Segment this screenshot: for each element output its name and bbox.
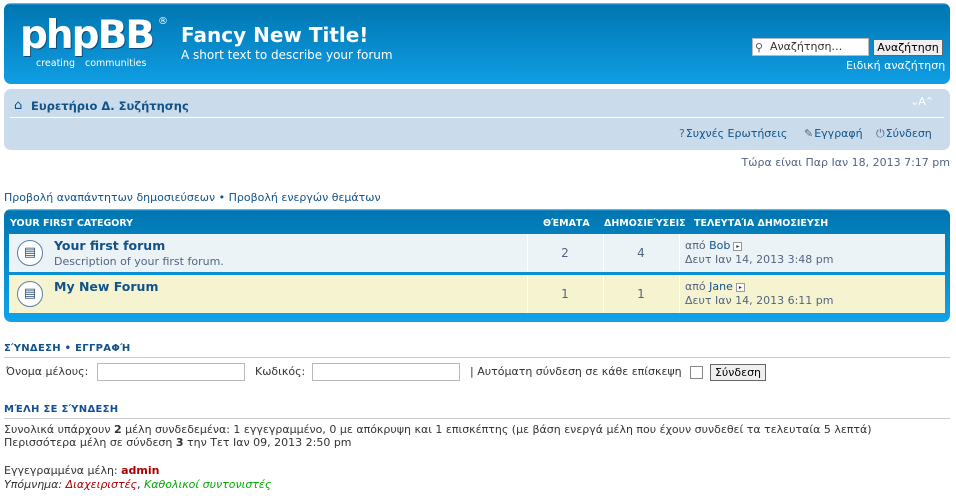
category-header[interactable]: YOUR FIRST CATEGORY xyxy=(10,218,133,229)
online-record-prefix: Περισσότερα μέλη σε σύνδεση xyxy=(4,436,176,449)
current-time: Τώρα είναι Παρ Ιαν 18, 2013 7:17 pm xyxy=(741,156,950,169)
home-icon[interactable]: ⌂ xyxy=(14,98,22,113)
forum-title-link[interactable]: My New Forum xyxy=(54,279,159,294)
autologin-checkbox[interactable] xyxy=(690,366,703,379)
column-topics-header: ΘΈΜΑΤΑ xyxy=(543,218,590,229)
column-posts-header: ΔΗΜΟΣΙΕΎΣΕΙΣ xyxy=(604,218,686,229)
last-post-by-prefix: από xyxy=(685,280,710,293)
forum-description: Description of your first forum. xyxy=(54,255,224,268)
legend-label: Υπόμνημα: xyxy=(4,478,66,491)
search-icon: ⚲ xyxy=(755,41,764,54)
forum-row: ▤ Your first forum Description of your f… xyxy=(9,234,945,272)
unanswered-posts-link[interactable]: Προβολή αναπάντητων δημοσιεύσεων xyxy=(4,191,215,204)
navbar-divider xyxy=(10,117,944,118)
login-link[interactable]: ⏻Σύνδεση xyxy=(876,127,932,141)
search-button[interactable]: Αναζήτηση xyxy=(873,39,943,56)
topics-count: 2 xyxy=(561,246,569,260)
login-button[interactable]: Σύνδεση xyxy=(710,364,766,381)
last-post-author-link[interactable]: Jane xyxy=(709,280,733,293)
online-total-text: Συνολικά υπάρχουν 2 μέλη συνδεδεμένα: 1 … xyxy=(4,423,872,436)
goto-last-post-icon[interactable]: ▸ xyxy=(735,282,745,292)
legend-administrators-link[interactable]: Διαχειριστές xyxy=(66,478,137,491)
password-input[interactable] xyxy=(312,363,460,381)
posts-count: 1 xyxy=(637,287,645,301)
username-input[interactable] xyxy=(97,363,245,381)
registered-users-line: Εγγεγραμμένα μέλη: admin xyxy=(4,464,160,477)
power-icon: ⏻ xyxy=(876,127,885,140)
registered-users-label: Εγγεγραμμένα μέλη: xyxy=(4,464,122,477)
online-record-text: Περισσότερα μέλη σε σύνδεση 3 την Τετ Ια… xyxy=(4,436,352,449)
autologin-label: | Αυτόματη σύνδεση σε κάθε επίσκεψη xyxy=(470,365,682,378)
faq-label: Συχνές Ερωτήσεις xyxy=(685,127,788,140)
user-link-admin[interactable]: admin xyxy=(121,464,159,477)
topics-count: 1 xyxy=(561,287,569,301)
legend-separator: , xyxy=(137,478,145,491)
navbar: ⌂ Ευρετήριο Δ. Συζήτησης ⌄A⌃ ?Συχνές Ερω… xyxy=(4,89,950,150)
last-post-author: από Jane ▸ xyxy=(685,280,745,293)
login-title-separator: • xyxy=(64,343,72,354)
forum-row: ▤ My New Forum 1 1 από Jane ▸ Δευτ Ιαν 14… xyxy=(9,275,945,313)
phpbb-logo[interactable]: phpBB ® creating communities xyxy=(20,16,170,71)
search-input[interactable]: ⚲ Αναζήτηση… xyxy=(752,38,869,56)
column-last-post-header: ΤΕΛΕΥΤΑΊΑ ΔΗΜΟΣΙΕΥΣΗ xyxy=(694,218,829,229)
last-post-date: Δευτ Ιαν 14, 2013 6:11 pm xyxy=(685,294,834,307)
register-label: Εγγραφή xyxy=(814,127,863,140)
logo-registered-mark: ® xyxy=(158,16,168,27)
advanced-search-link[interactable]: Ειδική αναζήτηση xyxy=(846,59,945,72)
font-resize-icon[interactable]: ⌄A⌃ xyxy=(910,95,934,108)
online-record-suffix: την Τετ Ιαν 09, 2013 2:50 pm xyxy=(183,436,352,449)
login-title-link[interactable]: ΣΎΝΔΕΣΗ xyxy=(4,343,61,354)
forum-subforum-icon: ▤ xyxy=(17,281,43,307)
help-icon: ? xyxy=(679,127,685,140)
password-label: Κωδικός: xyxy=(255,365,306,378)
legend-moderators-link[interactable]: Καθολικοί συντονιστές xyxy=(144,478,271,491)
online-section-title[interactable]: ΜΈΛΗ ΣΕ ΣΎΝΔΕΣΗ xyxy=(4,404,118,415)
login-section-title: ΣΎΝΔΕΣΗ • ΕΓΓΡΑΦΉ xyxy=(4,343,131,354)
forum-list: YOUR FIRST CATEGORY ΘΈΜΑΤΑ ΔΗΜΟΣΙΕΎΣΕΙΣ … xyxy=(4,209,950,322)
last-post-date: Δευτ Ιαν 14, 2013 3:48 pm xyxy=(685,253,834,266)
cell-divider xyxy=(679,234,680,272)
site-title: Fancy New Title! xyxy=(181,23,369,47)
legend-line: Υπόμνημα: Διαχειριστές, Καθολικοί συντον… xyxy=(4,478,271,491)
last-post-author: από Bob ▸ xyxy=(685,239,743,252)
quick-links-separator: • xyxy=(218,191,226,204)
username-label: Όνομα μέλους: xyxy=(6,365,89,378)
last-post-author-link[interactable]: Bob xyxy=(709,239,730,252)
logo-tagline-2: communities xyxy=(85,58,147,69)
search-placeholder: Αναζήτηση… xyxy=(770,40,843,53)
forum-title-link[interactable]: Your first forum xyxy=(54,238,165,253)
quick-links: Προβολή αναπάντητων δημοσιεύσεων • Προβο… xyxy=(4,191,381,204)
online-total-count: 2 xyxy=(113,423,122,436)
online-total-suffix: μέλη συνδεδεμένα: 1 εγγεγραμμένο, 0 με α… xyxy=(121,423,872,436)
register-link[interactable]: ✎Εγγραφή xyxy=(804,127,863,140)
last-post-by-prefix: από xyxy=(685,239,710,252)
online-total-prefix: Συνολικά υπάρχουν xyxy=(4,423,114,436)
section-divider xyxy=(4,357,950,358)
logo-tagline: creating communities xyxy=(36,58,156,69)
register-icon: ✎ xyxy=(804,127,814,140)
active-topics-link[interactable]: Προβολή ενεργών θεμάτων xyxy=(229,191,381,204)
cell-divider xyxy=(679,275,680,313)
site-description: A short text to describe your forum xyxy=(181,48,393,62)
goto-last-post-icon[interactable]: ▸ xyxy=(733,241,743,251)
breadcrumb-index[interactable]: Ευρετήριο Δ. Συζήτησης xyxy=(31,99,189,113)
forum-read-icon: ▤ xyxy=(17,240,43,266)
logo-tagline-1: creating xyxy=(36,58,76,69)
faq-link[interactable]: ?Συχνές Ερωτήσεις xyxy=(679,127,787,140)
section-divider xyxy=(4,418,950,419)
posts-count: 4 xyxy=(637,246,645,260)
register-title-link[interactable]: ΕΓΓΡΑΦΉ xyxy=(75,343,130,354)
logo-wordmark: phpBB xyxy=(20,13,155,58)
site-header: phpBB ® creating communities Fancy New Ti… xyxy=(4,3,950,84)
login-label: Σύνδεση xyxy=(885,127,932,140)
